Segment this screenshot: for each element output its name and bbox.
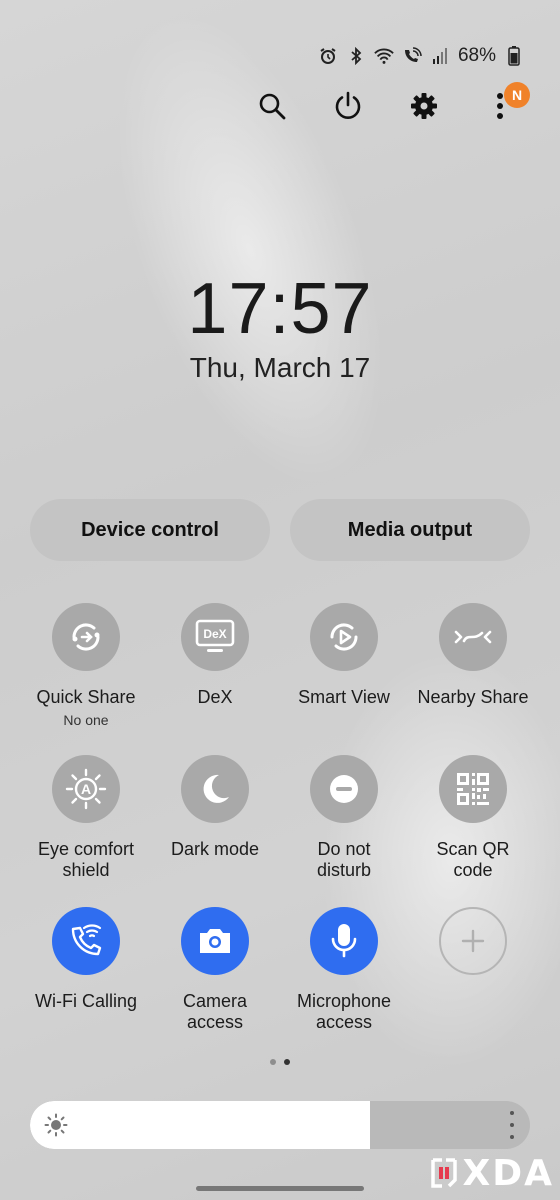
smart-view-icon <box>330 623 358 651</box>
power-icon <box>335 91 361 119</box>
tile-eye-comfort[interactable]: A Eye comfort shield <box>21 755 151 881</box>
brightness-slider[interactable] <box>30 1101 530 1149</box>
tile-microphone-access-toggle[interactable] <box>310 907 378 975</box>
tile-label: Wi-Fi Calling <box>34 991 137 1011</box>
brightness-more-button[interactable] <box>506 1111 518 1139</box>
battery-icon <box>504 46 524 66</box>
settings-button[interactable] <box>404 86 444 126</box>
bluetooth-icon <box>346 46 366 66</box>
search-icon <box>259 93 286 120</box>
tile-label: Do not disturb <box>316 839 372 880</box>
tile-dark-mode[interactable]: Dark mode <box>150 755 280 860</box>
svg-text:A: A <box>81 781 91 797</box>
tile-do-not-disturb[interactable]: Do not disturb <box>279 755 409 881</box>
camera-icon <box>200 929 230 953</box>
tile-dex[interactable]: DeX DeX <box>150 603 280 708</box>
xda-logo-icon <box>430 1157 457 1188</box>
tile-do-not-disturb-toggle[interactable] <box>310 755 378 823</box>
signal-icon <box>430 46 450 66</box>
brightness-sun-icon <box>44 1113 68 1137</box>
tile-nearby-share[interactable]: Nearby Share <box>408 603 538 708</box>
tile-scan-qr[interactable]: Scan QR code <box>408 755 538 881</box>
watermark: XDA <box>429 1153 555 1194</box>
media-output-button[interactable]: Media output <box>290 499 530 561</box>
tile-wifi-calling-toggle[interactable] <box>52 907 120 975</box>
clock-date[interactable]: Thu, March 17 <box>0 352 560 384</box>
page-indicator <box>0 1059 560 1065</box>
quick-panel-toolbar: N <box>252 82 530 126</box>
gear-icon <box>411 93 437 119</box>
tile-label: Smart View <box>298 687 390 707</box>
tile-label: Nearby Share <box>417 687 529 707</box>
tile-label: Microphone access <box>296 991 392 1032</box>
navigation-handle[interactable] <box>196 1186 364 1191</box>
tile-smart-view-toggle[interactable] <box>310 603 378 671</box>
tile-label: Scan QR code <box>436 839 510 880</box>
power-button[interactable] <box>328 86 368 126</box>
notification-badge: N <box>504 82 530 108</box>
tile-camera-access-toggle[interactable] <box>181 907 249 975</box>
more-vert-icon <box>497 93 503 119</box>
quick-share-icon <box>72 623 100 651</box>
wifi-calling-icon <box>402 46 422 66</box>
add-tile-button[interactable] <box>439 907 507 975</box>
tile-camera-access[interactable]: Camera access <box>150 907 280 1033</box>
qr-code-icon <box>457 773 489 805</box>
tile-wifi-calling[interactable]: Wi-Fi Calling <box>21 907 151 1012</box>
device-control-button[interactable]: Device control <box>30 499 270 561</box>
tile-nearby-share-toggle[interactable] <box>439 603 507 671</box>
tile-sublabel: No one <box>63 712 109 728</box>
tile-label: Camera access <box>182 991 248 1032</box>
status-bar: 68% <box>318 42 524 70</box>
page-dot-active[interactable] <box>284 1059 290 1065</box>
tile-label: Dark mode <box>170 839 260 859</box>
tile-add[interactable] <box>408 907 538 975</box>
watermark-text: XDA <box>462 1153 554 1194</box>
tile-label: Quick Share <box>36 687 136 707</box>
tile-dex-toggle[interactable]: DeX <box>181 603 249 671</box>
more-options-button[interactable]: N <box>480 82 530 126</box>
tile-smart-view[interactable]: Smart View <box>279 603 409 708</box>
dex-icon: DeX <box>195 619 235 652</box>
tile-quick-share-toggle[interactable] <box>52 603 120 671</box>
eye-comfort-icon: A <box>65 768 107 810</box>
background-blur <box>61 0 439 523</box>
dnd-icon <box>330 775 358 803</box>
wifi-calling-icon <box>71 924 102 956</box>
tile-label: DeX <box>197 687 233 707</box>
nearby-share-icon <box>454 630 492 644</box>
svg-text:DeX: DeX <box>203 627 226 641</box>
tile-label: Eye comfort shield <box>37 839 135 880</box>
tile-eye-comfort-toggle[interactable]: A <box>52 755 120 823</box>
tile-dark-mode-toggle[interactable] <box>181 755 249 823</box>
clock-time[interactable]: 17:57 <box>0 268 560 350</box>
page-dot[interactable] <box>270 1059 276 1065</box>
moon-icon <box>203 774 229 803</box>
microphone-icon <box>331 924 357 958</box>
add-icon <box>461 929 485 953</box>
brightness-fill <box>30 1101 370 1149</box>
tile-microphone-access[interactable]: Microphone access <box>279 907 409 1033</box>
wifi-icon <box>374 46 394 66</box>
alarm-icon <box>318 46 338 66</box>
tile-quick-share[interactable]: Quick Share No one <box>21 603 151 728</box>
tile-scan-qr-toggle[interactable] <box>439 755 507 823</box>
battery-percent: 68% <box>457 45 496 66</box>
search-button[interactable] <box>252 86 292 126</box>
